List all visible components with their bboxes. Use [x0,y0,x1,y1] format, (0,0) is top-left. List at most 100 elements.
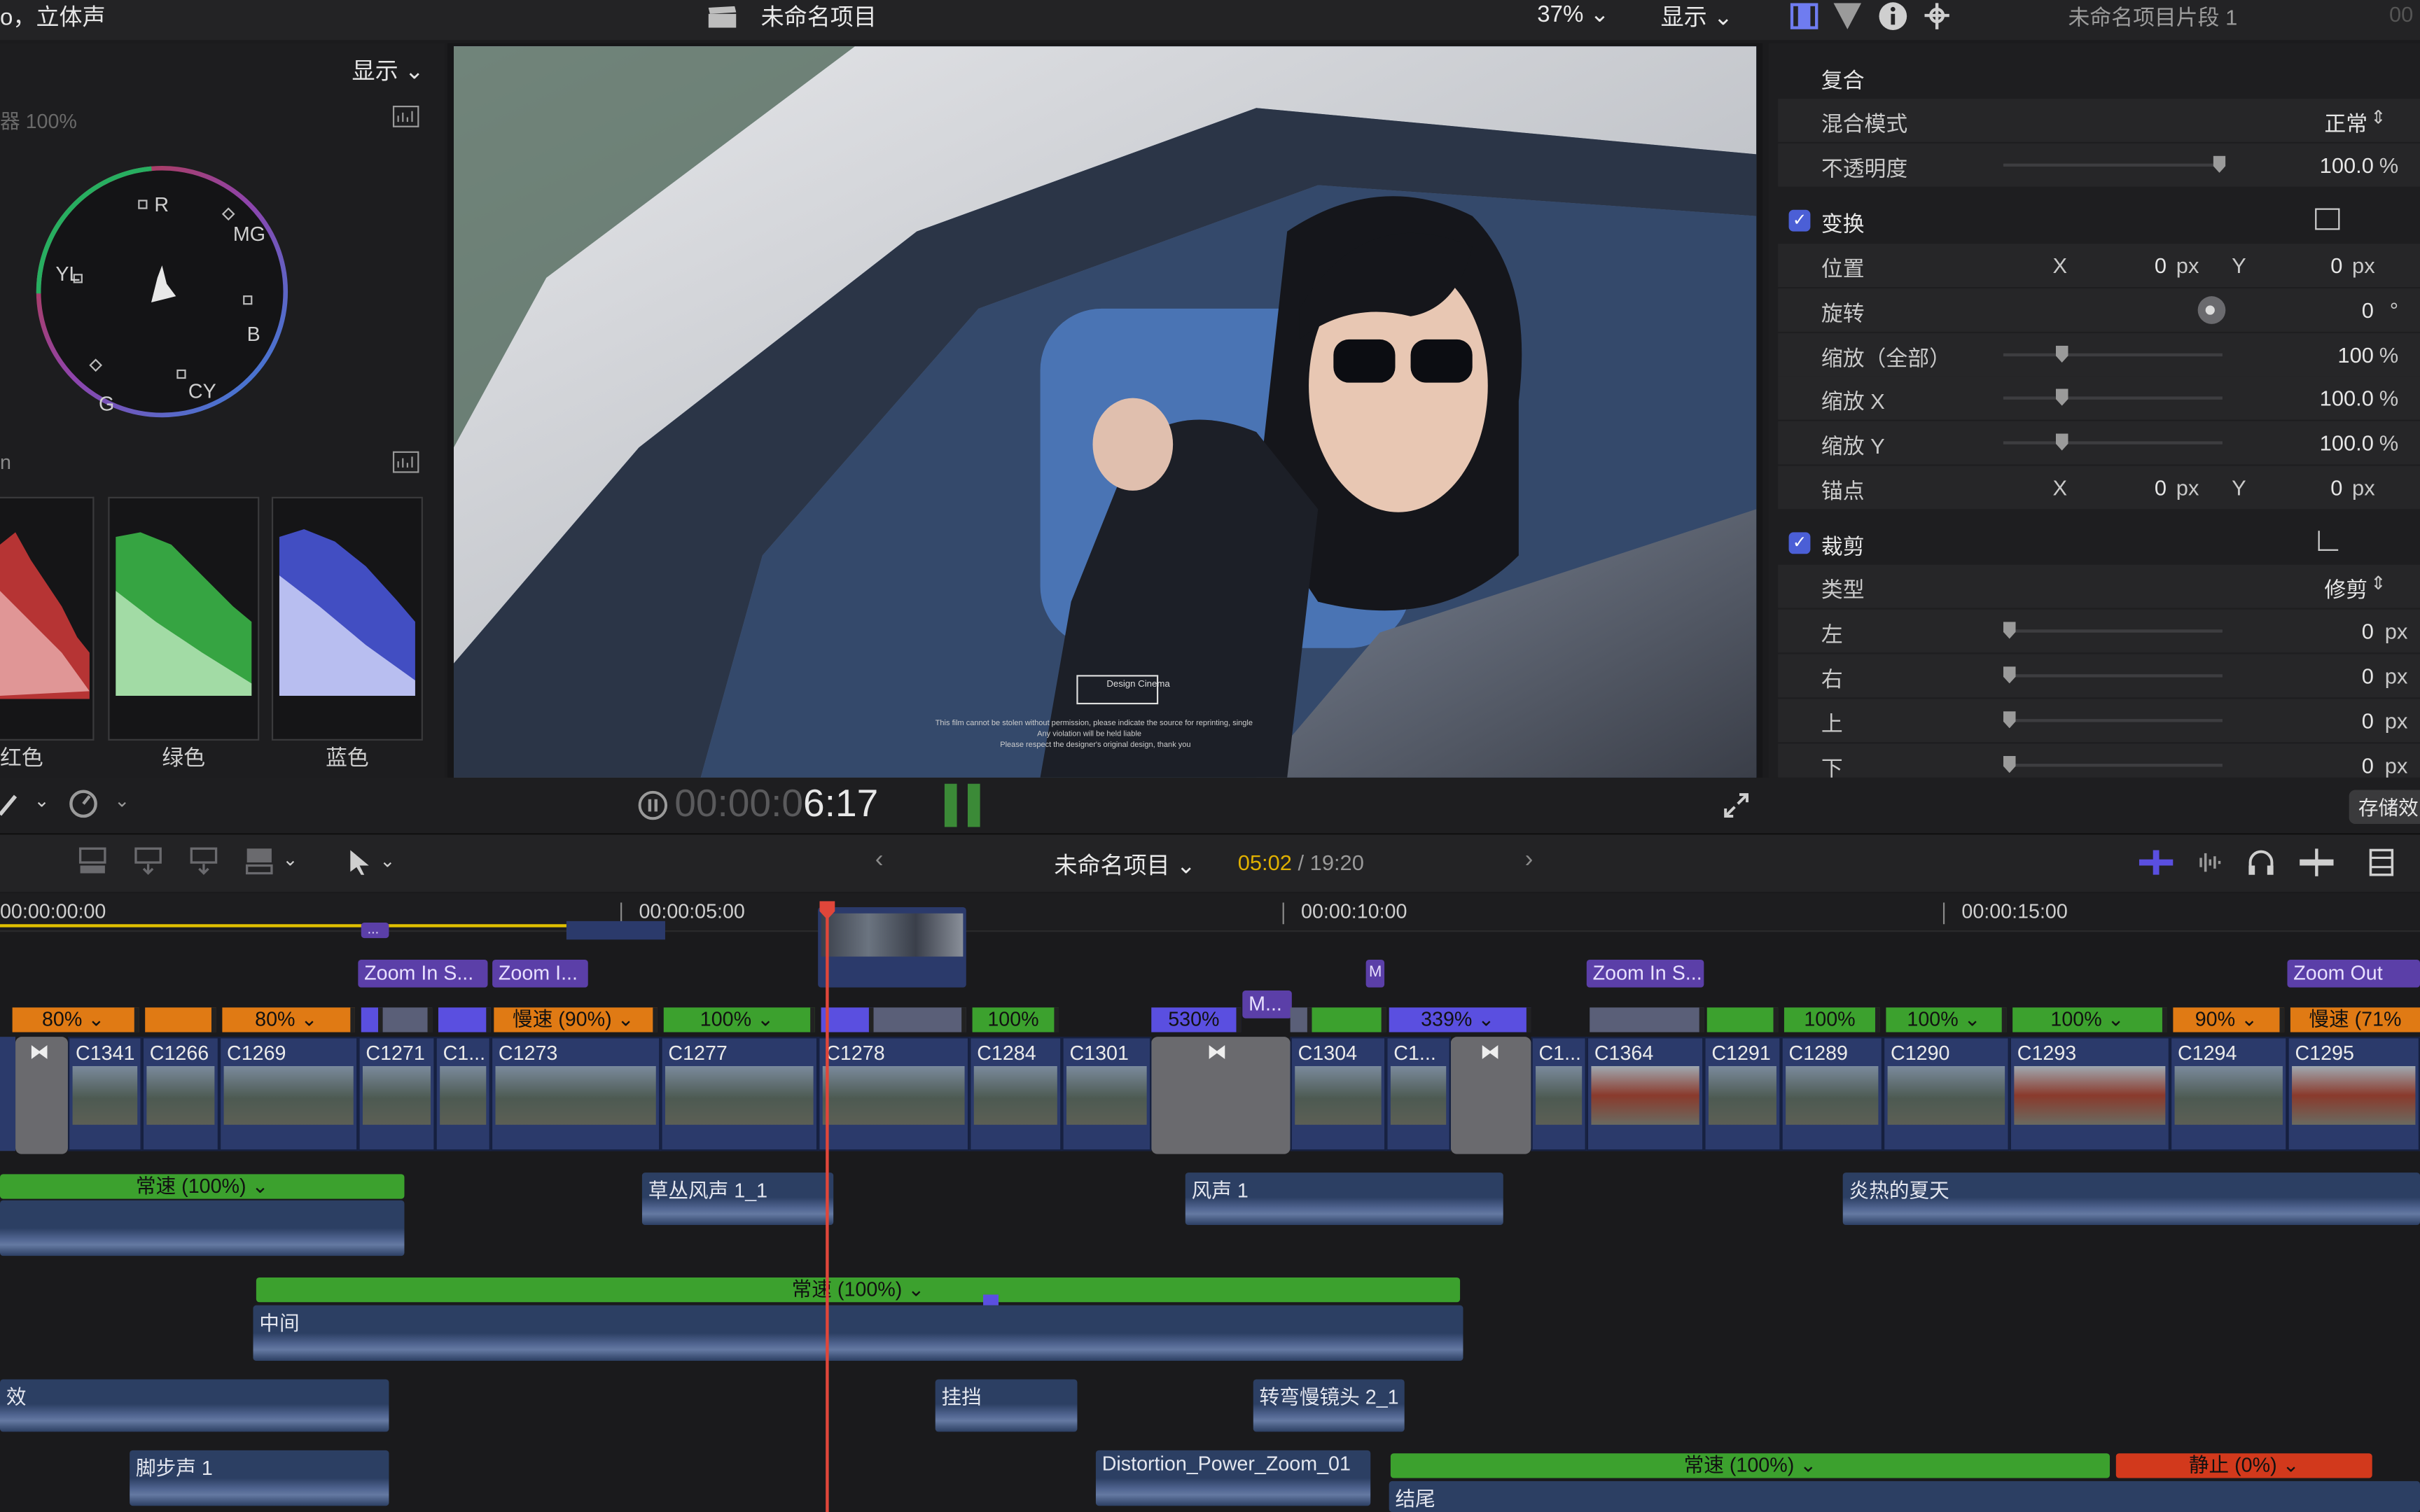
transition[interactable]: ⧓ [1450,1037,1531,1154]
transition[interactable]: ⧓ [15,1037,68,1154]
position-y-value[interactable]: 0 [2330,253,2342,277]
title-clip[interactable]: Zoom In S... [358,959,488,988]
speed-bar[interactable]: 100% [1783,1007,1880,1032]
speed-bar[interactable] [873,1007,966,1032]
crop-bottom-slider[interactable] [2003,756,2223,774]
anchor-x-value[interactable]: 0 [2155,475,2167,500]
speed-bar[interactable] [821,1007,874,1032]
speed-bar[interactable]: 100% ⌄ [1886,1007,2007,1032]
speed-bar[interactable] [438,1007,491,1032]
audio-skimming-icon[interactable] [2193,848,2224,876]
audio-speed-bar[interactable]: 常速 (100%) ⌄ [256,1277,1461,1303]
transform-inspector-icon[interactable] [1921,1,1952,31]
crop-section-header[interactable]: ✓ 裁剪 [1778,522,2420,565]
video-clip[interactable]: C1294 [2169,1037,2288,1152]
fullscreen-icon[interactable] [1723,792,1751,820]
video-inspector-icon[interactable] [1790,3,1819,29]
timecode-display[interactable]: 00:00:06:17 [674,782,878,827]
video-clip[interactable]: C1304 [1290,1037,1386,1152]
blend-mode-select[interactable]: 正常 [2324,108,2367,139]
video-clip[interactable]: C1... [435,1037,491,1152]
speed-bar[interactable] [1590,1007,1704,1032]
speed-bar[interactable]: 100% ⌄ [2012,1007,2167,1032]
speed-bar[interactable]: 慢速 (71% [2290,1007,2420,1032]
speed-bar[interactable] [145,1007,216,1032]
speed-bar[interactable] [1290,1007,1312,1032]
rotation-dial[interactable] [2197,296,2226,324]
chevron-down-icon[interactable]: ⌄ [380,850,395,872]
composite-section-header[interactable]: 复合 [1778,55,2420,99]
crop-onscreen-control-icon[interactable] [2318,531,2339,551]
crop-top-slider[interactable] [2003,711,2223,729]
video-clip[interactable]: C1291 [1704,1037,1781,1152]
audio-speed-bar[interactable]: 常速 (100%) ⌄ [1390,1453,2110,1478]
crop-left-slider[interactable] [2003,622,2223,639]
speed-bar[interactable] [1312,1007,1386,1032]
title-clip[interactable]: Zoom In S... [1586,959,1704,988]
audio-clip[interactable]: 挂挡 [935,1379,1078,1432]
scope-settings-icon[interactable] [392,105,420,128]
insert-clip-icon[interactable] [133,846,164,876]
video-clip[interactable]: C1295 [2287,1037,2420,1152]
slider-knob[interactable] [2003,666,2016,684]
retime-icon[interactable] [68,788,99,819]
speed-bar[interactable]: 100% [972,1007,1059,1032]
tool-select-icon[interactable] [0,790,25,818]
viewer-canvas[interactable]: Design Cinema This film cannot be stolen… [454,46,1757,778]
connected-clip-fragment[interactable] [566,920,665,940]
viewer-display-menu[interactable]: 显示 ⌄ [1661,0,1733,32]
audio-clip[interactable]: Distortion_Power_Zoom_01 [1095,1450,1371,1506]
slider-knob[interactable] [2055,433,2068,451]
crop-bottom-value[interactable]: 0 [2362,753,2374,778]
chevron-down-icon[interactable]: ⌄ [34,790,49,811]
audio-clip[interactable]: 脚步声 1 [130,1450,389,1506]
info-icon[interactable] [1878,1,1907,31]
title-clip[interactable]: M [1365,959,1385,988]
title-clip[interactable]: Zoom Out Smo [2287,959,2420,988]
speed-bar[interactable]: 530% [1151,1007,1242,1032]
transform-section-header[interactable]: ✓ 变换 [1778,199,2420,242]
speed-bar[interactable]: 80% ⌄ [12,1007,139,1032]
skimming-icon[interactable] [2139,850,2174,875]
speed-bar[interactable] [361,1007,383,1032]
snapping-icon[interactable] [2300,848,2334,876]
audio-speed-bar[interactable]: 静止 (0%) ⌄ [2115,1453,2372,1478]
anchor-y-value[interactable]: 0 [2330,475,2342,500]
append-clip-icon[interactable] [188,846,219,876]
audio-clip[interactable]: 风声 1 [1185,1172,1503,1226]
speed-bar[interactable]: 80% ⌄ [222,1007,355,1032]
scale-y-value[interactable]: 100.0 [2320,430,2374,455]
scale-x-slider[interactable] [2003,388,2223,406]
opacity-slider[interactable] [2003,155,2226,173]
audio-speed-bar[interactable]: 常速 (100%) ⌄ [0,1174,405,1199]
audio-clip[interactable]: 效 [0,1379,389,1432]
video-clip[interactable]: C1301 [1062,1037,1152,1152]
video-clip[interactable]: C1273 [490,1037,661,1152]
select-tool-arrow-icon[interactable] [349,848,370,876]
scale-y-slider[interactable] [2003,433,2223,451]
video-clip[interactable] [0,1037,16,1152]
crop-type-select[interactable]: 修剪 [2324,574,2367,605]
save-effects-preset-button[interactable]: 存储效 [2349,790,2420,824]
position-x-value[interactable]: 0 [2155,253,2167,277]
slider-knob[interactable] [2003,756,2016,774]
scopes-display-menu[interactable]: 显示 ⌄ [352,54,424,86]
transform-onscreen-control-icon[interactable] [2315,208,2340,230]
solo-headphones-icon[interactable] [2247,848,2275,876]
video-clip[interactable]: C1269 [218,1037,359,1152]
parade-settings-icon[interactable] [392,451,420,474]
video-clip[interactable]: C1277 [660,1037,819,1152]
scale-all-value[interactable]: 100 [2337,342,2373,367]
slider-knob[interactable] [2055,345,2068,363]
zoom-level-dropdown[interactable]: 37% ⌄ [1537,0,1609,28]
title-clip[interactable]: Zoom I... [492,959,588,988]
title-clip[interactable]: M... [1242,990,1292,1018]
history-forward-icon[interactable]: › [1525,847,1534,875]
video-clip[interactable]: C1266 [141,1037,219,1152]
connected-video-clip[interactable] [818,907,966,988]
speed-bar[interactable]: 100% ⌄ [663,1007,815,1032]
video-clip[interactable]: C1... [1386,1037,1451,1152]
audio-clip[interactable]: 草丛风声 1_1 [641,1172,834,1226]
scale-all-slider[interactable] [2003,345,2223,363]
crop-right-slider[interactable] [2003,666,2223,684]
